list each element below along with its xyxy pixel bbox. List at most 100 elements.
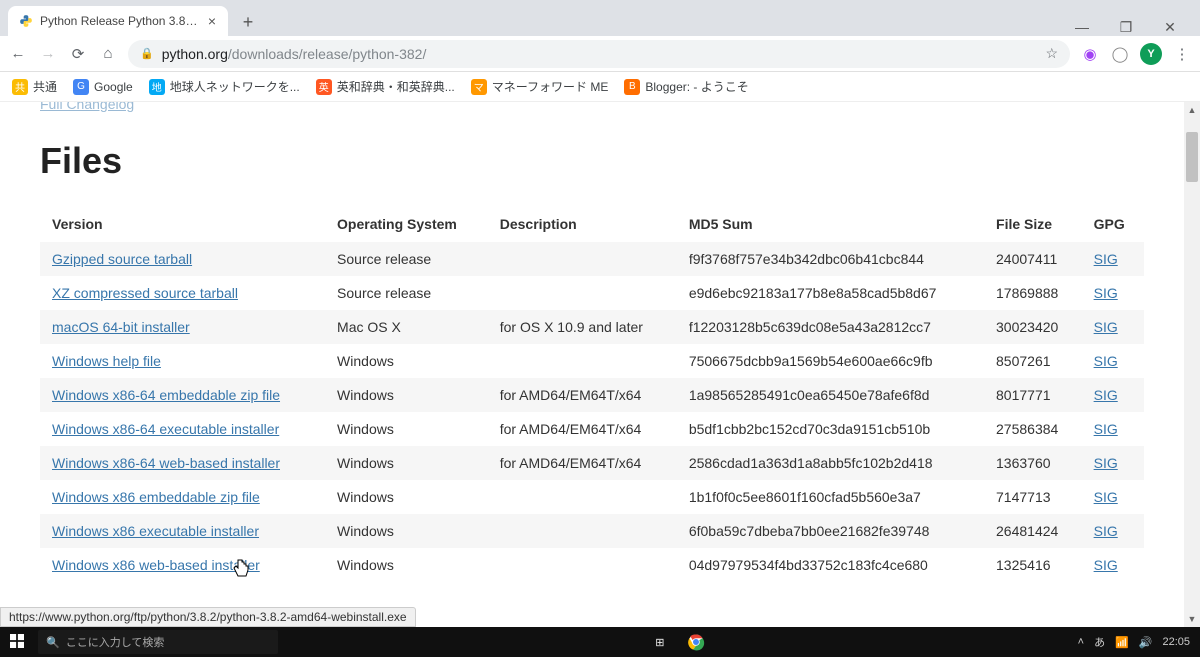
system-tray[interactable]: ˄ あ 📶 🔊 22:05 bbox=[1078, 634, 1190, 650]
table-row: Windows x86 embeddable zip file Windows 1b… bbox=[40, 480, 1144, 514]
version-link[interactable]: Windows x86-64 web-based installer bbox=[52, 455, 280, 471]
bookmark-item[interactable]: 共共通 bbox=[12, 78, 57, 95]
extension-icon[interactable]: ◯ bbox=[1110, 44, 1130, 64]
size-cell: 7147713 bbox=[984, 480, 1082, 514]
sig-link[interactable]: SIG bbox=[1094, 421, 1118, 437]
volume-icon[interactable]: 🔊 bbox=[1139, 636, 1153, 649]
start-button[interactable] bbox=[10, 634, 26, 650]
status-bar: https://www.python.org/ftp/python/3.8.2/… bbox=[0, 607, 416, 627]
version-link[interactable]: Windows x86-64 executable installer bbox=[52, 421, 279, 437]
description-cell bbox=[488, 242, 677, 276]
size-cell: 26481424 bbox=[984, 514, 1082, 548]
os-cell: Windows bbox=[325, 480, 488, 514]
table-row: Windows help fileWindows7506675dcbb9a156… bbox=[40, 344, 1144, 378]
bookmark-item[interactable]: 地地球人ネットワークを... bbox=[149, 78, 300, 95]
vertical-scrollbar[interactable]: ▲ ▼ bbox=[1184, 102, 1200, 627]
bookmark-label: 共通 bbox=[33, 78, 57, 95]
sig-link[interactable]: SIG bbox=[1094, 489, 1118, 505]
version-link[interactable]: Windows help file bbox=[52, 353, 161, 369]
full-changelog-link[interactable]: Full Changelog bbox=[40, 102, 1144, 112]
address-bar[interactable]: 🔒 python.org/downloads/release/python-38… bbox=[128, 40, 1070, 68]
new-tab-button[interactable]: + bbox=[234, 8, 262, 36]
back-button[interactable]: ← bbox=[8, 44, 28, 64]
size-cell: 1325416 bbox=[984, 548, 1082, 582]
sig-link[interactable]: SIG bbox=[1094, 353, 1118, 369]
bookmark-label: マネーフォワード ME bbox=[492, 78, 609, 95]
files-heading: Files bbox=[40, 140, 1144, 182]
browser-toolbar: ← → ⟳ ⌂ 🔒 python.org/downloads/release/p… bbox=[0, 36, 1200, 72]
sig-link[interactable]: SIG bbox=[1094, 251, 1118, 267]
version-link[interactable]: XZ compressed source tarball bbox=[52, 285, 238, 301]
os-cell: Source release bbox=[325, 276, 488, 310]
version-link[interactable]: macOS 64-bit installer bbox=[52, 319, 190, 335]
md5-cell: 7506675dcbb9a1569b54e600ae66c9fb bbox=[677, 344, 984, 378]
task-view-icon[interactable]: ⊞ bbox=[649, 631, 671, 653]
sig-link[interactable]: SIG bbox=[1094, 557, 1118, 573]
tray-arrow-icon[interactable]: ˄ bbox=[1078, 636, 1084, 648]
column-header: File Size bbox=[984, 206, 1082, 242]
sig-link[interactable]: SIG bbox=[1094, 523, 1118, 539]
description-cell: for AMD64/EM64T/x64 bbox=[488, 412, 677, 446]
page-viewport: Full Changelog Files VersionOperating Sy… bbox=[0, 102, 1200, 627]
window-controls: — ❐ ✕ bbox=[1068, 19, 1192, 36]
bookmark-label: Blogger: - ようこそ bbox=[645, 78, 748, 95]
bookmark-item[interactable]: GGoogle bbox=[73, 79, 133, 95]
extension-icon[interactable]: ◉ bbox=[1080, 44, 1100, 64]
version-link[interactable]: Windows x86-64 embeddable zip file bbox=[52, 387, 280, 403]
scroll-up-arrow[interactable]: ▲ bbox=[1184, 102, 1200, 118]
chrome-icon[interactable] bbox=[685, 631, 707, 653]
python-favicon bbox=[18, 13, 34, 29]
profile-avatar[interactable]: Y bbox=[1140, 43, 1162, 65]
reload-button[interactable]: ⟳ bbox=[68, 44, 88, 64]
table-row: macOS 64-bit installerMac OS Xfor OS X 1… bbox=[40, 310, 1144, 344]
table-row: Windows x86-64 web-based installerWindow… bbox=[40, 446, 1144, 480]
ime-icon[interactable]: あ bbox=[1094, 634, 1105, 650]
column-header: MD5 Sum bbox=[677, 206, 984, 242]
url-text: python.org/downloads/release/python-382/ bbox=[162, 46, 427, 62]
os-cell: Windows bbox=[325, 514, 488, 548]
browser-tab[interactable]: Python Release Python 3.8.2 | Py × bbox=[8, 6, 228, 36]
scrollbar-thumb[interactable] bbox=[1186, 132, 1198, 182]
md5-cell: 1b1f0f0c5ee8601f160cfad5b560e3a7 bbox=[677, 480, 984, 514]
sig-link[interactable]: SIG bbox=[1094, 387, 1118, 403]
scroll-down-arrow[interactable]: ▼ bbox=[1184, 611, 1200, 627]
bookmark-favicon: B bbox=[624, 79, 640, 95]
description-cell bbox=[488, 344, 677, 378]
forward-button[interactable]: → bbox=[38, 44, 58, 64]
column-header: Version bbox=[40, 206, 325, 242]
menu-button[interactable]: ⋮ bbox=[1172, 44, 1192, 64]
size-cell: 8017771 bbox=[984, 378, 1082, 412]
sig-link[interactable]: SIG bbox=[1094, 319, 1118, 335]
bookmark-item[interactable]: ママネーフォワード ME bbox=[471, 78, 609, 95]
taskbar-search[interactable]: 🔍 ここに入力して検索 bbox=[38, 630, 278, 654]
maximize-button[interactable]: ❐ bbox=[1112, 19, 1140, 36]
bookmark-star-icon[interactable]: ☆ bbox=[1045, 45, 1058, 62]
bookmark-item[interactable]: B Blogger: - ようこそ bbox=[624, 78, 748, 95]
bookmark-label: 英和辞典・和英辞典... bbox=[337, 78, 455, 95]
version-link[interactable]: Windows x86 web-based installer bbox=[52, 557, 260, 573]
bookmark-label: Google bbox=[94, 80, 133, 94]
clock[interactable]: 22:05 bbox=[1162, 636, 1190, 648]
search-icon: 🔍 bbox=[46, 636, 60, 649]
sig-link[interactable]: SIG bbox=[1094, 455, 1118, 471]
wifi-icon[interactable]: 📶 bbox=[1115, 636, 1129, 649]
size-cell: 8507261 bbox=[984, 344, 1082, 378]
os-cell: Windows bbox=[325, 548, 488, 582]
version-link[interactable]: Gzipped source tarball bbox=[52, 251, 192, 267]
version-link[interactable]: Windows x86 embeddable zip file bbox=[52, 489, 260, 505]
minimize-button[interactable]: — bbox=[1068, 19, 1096, 36]
md5-cell: b5df1cbb2bc152cd70c3da9151cb510b bbox=[677, 412, 984, 446]
close-tab-icon[interactable]: × bbox=[206, 13, 218, 29]
sig-link[interactable]: SIG bbox=[1094, 285, 1118, 301]
close-window-button[interactable]: ✕ bbox=[1156, 19, 1184, 36]
version-link[interactable]: Windows x86 executable installer bbox=[52, 523, 259, 539]
home-button[interactable]: ⌂ bbox=[98, 44, 118, 64]
bookmark-item[interactable]: 英英和辞典・和英辞典... bbox=[316, 78, 455, 95]
description-cell: for AMD64/EM64T/x64 bbox=[488, 446, 677, 480]
tab-title: Python Release Python 3.8.2 | Py bbox=[40, 14, 200, 28]
description-cell bbox=[488, 514, 677, 548]
os-cell: Mac OS X bbox=[325, 310, 488, 344]
md5-cell: 2586cdad1a363d1a8abb5fc102b2d418 bbox=[677, 446, 984, 480]
size-cell: 24007411 bbox=[984, 242, 1082, 276]
column-header: Description bbox=[488, 206, 677, 242]
